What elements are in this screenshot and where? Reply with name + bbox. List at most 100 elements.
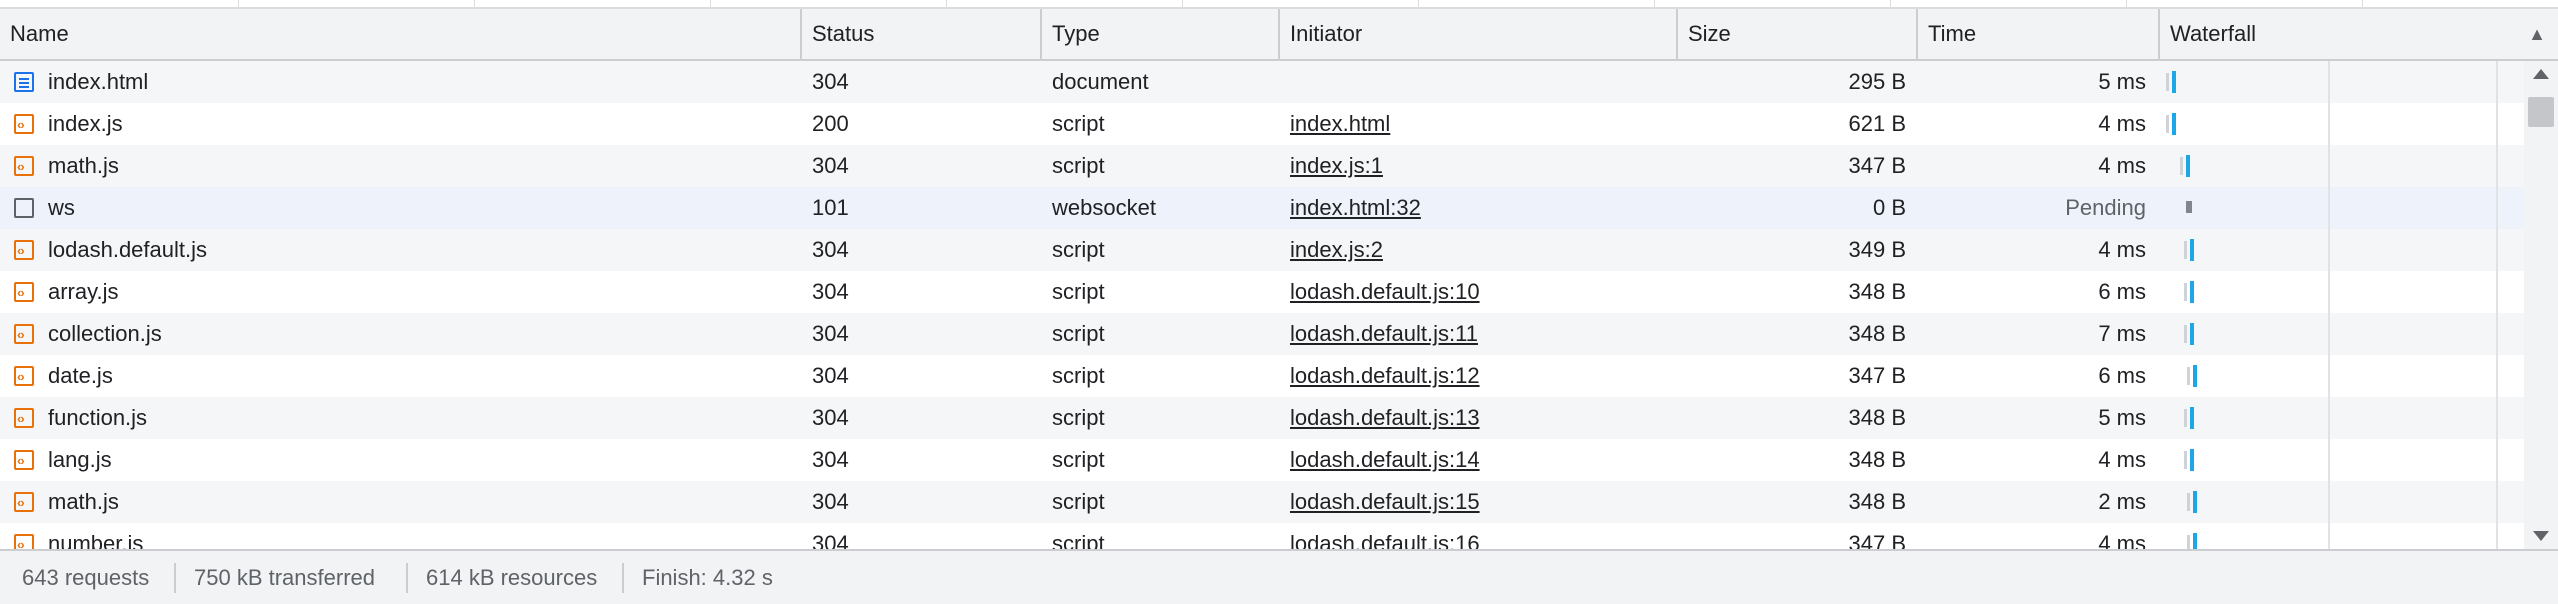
request-waterfall-cell <box>2160 397 2524 439</box>
request-type: script <box>1052 321 1105 346</box>
request-name-cell[interactable]: math.js <box>0 481 800 523</box>
waterfall-download-bar <box>2172 113 2176 135</box>
request-row[interactable]: index.html 304 document 295 B 5 ms <box>0 61 2524 103</box>
request-status: 304 <box>812 321 849 346</box>
waterfall-waiting-bar <box>2184 409 2187 427</box>
request-name-cell[interactable]: lodash.default.js <box>0 229 800 271</box>
request-row[interactable]: math.js 304 script lodash.default.js:15 348 … <box>0 481 2524 523</box>
request-name-cell[interactable]: ws <box>0 187 800 229</box>
request-name: lang.js <box>48 447 112 472</box>
request-time: Pending <box>2065 195 2146 220</box>
request-row[interactable]: ws 101 websocket index.html:32 0 B Pending <box>0 187 2524 229</box>
waterfall-waiting-bar <box>2184 325 2187 343</box>
column-header-size[interactable]: Size <box>1678 9 1916 59</box>
script-icon <box>14 104 34 145</box>
initiator-link[interactable]: lodash.default.js:15 <box>1290 489 1480 514</box>
initiator-link[interactable]: lodash.default.js:13 <box>1290 405 1480 430</box>
request-status: 304 <box>812 279 849 304</box>
request-name: function.js <box>48 405 148 430</box>
waterfall-waiting-bar <box>2187 493 2190 511</box>
request-name-cell[interactable]: collection.js <box>0 313 800 355</box>
scroll-down-arrow-icon[interactable] <box>2533 531 2549 541</box>
request-size: 0 B <box>1872 195 1906 220</box>
request-time: 2 ms <box>2098 489 2146 514</box>
summary-divider <box>622 563 624 593</box>
scroll-up-arrow-icon[interactable] <box>2533 69 2549 79</box>
scrollbar-thumb[interactable] <box>2528 97 2554 127</box>
waterfall-download-bar <box>2190 323 2194 345</box>
request-row[interactable]: array.js 304 script lodash.default.js:10 348… <box>0 271 2524 313</box>
request-row[interactable]: math.js 304 script index.js:1 347 B 4 ms <box>0 145 2524 187</box>
request-row[interactable]: collection.js 304 script lodash.default.js:… <box>0 313 2524 355</box>
column-header-type[interactable]: Type <box>1042 9 1280 59</box>
waterfall-download-bar <box>2193 533 2197 549</box>
request-initiator-cell: lodash.default.js:13 <box>1280 397 1678 439</box>
initiator-link[interactable]: index.js:2 <box>1290 237 1383 262</box>
request-size: 347 B <box>1848 363 1907 388</box>
network-request-list: index.html 304 document 295 B 5 ms index.js 20… <box>0 61 2524 549</box>
request-name-cell[interactable]: date.js <box>0 355 800 397</box>
websocket-icon <box>14 198 34 218</box>
column-header-initiator[interactable]: Initiator <box>1280 9 1678 59</box>
column-header-name[interactable]: Name <box>0 9 800 59</box>
waterfall-waiting-bar <box>2184 451 2187 469</box>
initiator-link[interactable]: index.js:1 <box>1290 153 1383 178</box>
request-size: 621 B <box>1848 111 1907 136</box>
initiator-link[interactable]: index.html <box>1290 111 1390 136</box>
request-initiator-cell: index.html:32 <box>1280 187 1678 229</box>
initiator-link[interactable]: lodash.default.js:16 <box>1290 531 1480 549</box>
request-row[interactable]: index.js 200 script index.html 621 B 4 ms <box>0 103 2524 145</box>
request-row[interactable]: date.js 304 script lodash.default.js:12 347 … <box>0 355 2524 397</box>
vertical-scrollbar[interactable] <box>2524 61 2558 549</box>
request-name: collection.js <box>48 321 162 346</box>
request-name-cell[interactable]: index.html <box>0 61 800 103</box>
request-type: script <box>1052 111 1105 136</box>
request-name-cell[interactable]: number.js <box>0 523 800 549</box>
waterfall-waiting-bar <box>2166 73 2169 91</box>
request-type: script <box>1052 489 1105 514</box>
column-header-status[interactable]: Status <box>802 9 1040 59</box>
request-name-cell[interactable]: lang.js <box>0 439 800 481</box>
initiator-link[interactable]: lodash.default.js:14 <box>1290 447 1480 472</box>
waterfall-waiting-bar <box>2187 367 2190 385</box>
request-type: script <box>1052 279 1105 304</box>
column-header-initiator-label: Initiator <box>1290 21 1363 46</box>
request-status: 304 <box>812 69 849 94</box>
request-status: 101 <box>812 195 849 220</box>
script-icon <box>14 398 34 439</box>
waterfall-waiting-bar <box>2166 115 2169 133</box>
column-header-waterfall[interactable]: Waterfall ▲ <box>2160 9 2558 59</box>
waterfall-pending-bar <box>2186 201 2192 213</box>
request-time: 4 ms <box>2098 447 2146 472</box>
request-type: script <box>1052 531 1105 549</box>
request-status: 304 <box>812 447 849 472</box>
request-type: document <box>1052 69 1149 94</box>
request-row[interactable]: number.js 304 script lodash.default.js:16 34… <box>0 523 2524 549</box>
script-icon <box>14 272 34 313</box>
request-size: 347 B <box>1848 531 1907 549</box>
request-name-cell[interactable]: function.js <box>0 397 800 439</box>
request-name-cell[interactable]: array.js <box>0 271 800 313</box>
request-row[interactable]: lodash.default.js 304 script index.js:2 349 … <box>0 229 2524 271</box>
request-row[interactable]: lang.js 304 script lodash.default.js:14 348 … <box>0 439 2524 481</box>
request-waterfall-cell <box>2160 61 2524 103</box>
waterfall-download-bar <box>2190 239 2194 261</box>
initiator-link[interactable]: index.html:32 <box>1290 195 1421 220</box>
column-header-time[interactable]: Time <box>1918 9 2156 59</box>
script-icon <box>14 440 34 481</box>
request-name-cell[interactable]: math.js <box>0 145 800 187</box>
request-time: 5 ms <box>2098 405 2146 430</box>
initiator-link[interactable]: lodash.default.js:11 <box>1290 321 1478 346</box>
sort-ascending-icon[interactable]: ▲ <box>2528 9 2546 59</box>
resources-size: 614 kB resources <box>426 565 598 590</box>
initiator-link[interactable]: lodash.default.js:10 <box>1290 279 1480 304</box>
request-size: 348 B <box>1848 489 1907 514</box>
request-name-cell[interactable]: index.js <box>0 103 800 145</box>
request-row[interactable]: function.js 304 script lodash.default.js:13… <box>0 397 2524 439</box>
request-waterfall-cell <box>2160 523 2524 549</box>
request-size: 347 B <box>1848 153 1907 178</box>
initiator-link[interactable]: lodash.default.js:12 <box>1290 363 1480 388</box>
waterfall-download-bar <box>2193 365 2197 387</box>
waterfall-waiting-bar <box>2184 283 2187 301</box>
request-waterfall-cell <box>2160 145 2524 187</box>
